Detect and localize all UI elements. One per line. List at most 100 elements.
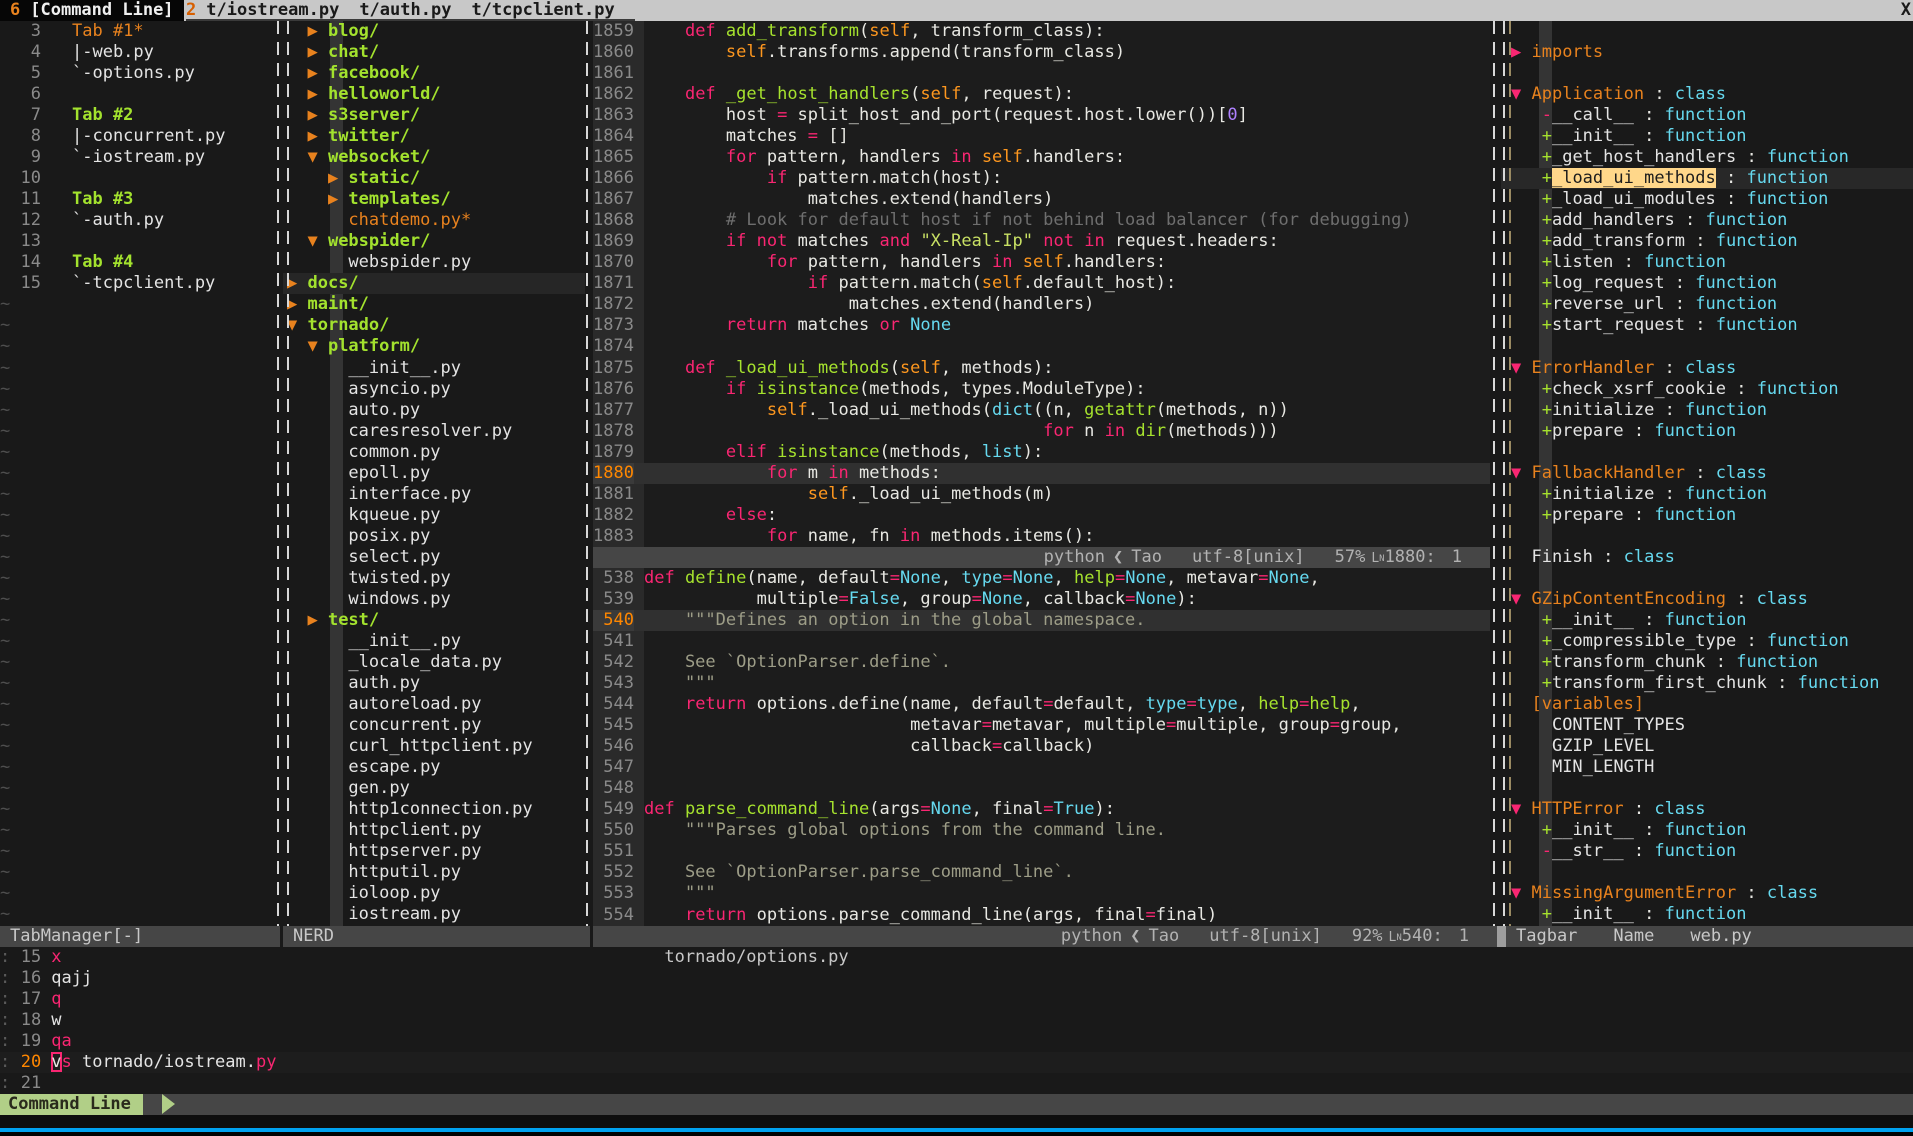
tree-item[interactable]: windows.py — [283, 589, 585, 610]
code-line[interactable]: 1861 — [593, 63, 1490, 84]
tabmanager-item[interactable]: 11Tab #3 — [0, 189, 273, 210]
tree-item[interactable]: kqueue.py — [283, 505, 585, 526]
tag-item[interactable]: Finish : class — [1501, 547, 1913, 568]
tag-item[interactable]: -__call__ : function — [1501, 105, 1913, 126]
tabmanager-item[interactable]: 13 — [0, 231, 273, 252]
tree-item[interactable]: ▼ platform/ — [283, 336, 585, 357]
tabmanager-item[interactable]: 6 — [0, 84, 273, 105]
tag-item[interactable]: ▼ MissingArgumentError : class — [1501, 883, 1913, 904]
tree-item[interactable]: interface.py — [283, 484, 585, 505]
tree-item[interactable]: ▶ maint/ — [283, 294, 585, 315]
tree-item[interactable]: ▶ templates/ — [283, 189, 585, 210]
tag-item[interactable]: +add_transform : function — [1501, 231, 1913, 252]
code-line[interactable]: 1867 matches.extend(handlers) — [593, 189, 1490, 210]
code-line[interactable]: 1860 self.transforms.append(transform_cl… — [593, 42, 1490, 63]
tree-item[interactable]: select.py — [283, 547, 585, 568]
tag-item[interactable]: GZIP_LEVEL — [1501, 736, 1913, 757]
tree-item[interactable]: twisted.py — [283, 568, 585, 589]
tree-item[interactable]: ioloop.py — [283, 883, 585, 904]
tree-item[interactable]: __init__.py — [283, 631, 585, 652]
tree-item[interactable]: curl_httpclient.py — [283, 736, 585, 757]
command-history-line[interactable]: :17q — [0, 989, 1913, 1010]
tree-item[interactable]: ▼ webspider/ — [283, 231, 585, 252]
code-line[interactable]: 1874 — [593, 336, 1490, 357]
code-line[interactable]: 1877 self._load_ui_methods(dict((n, geta… — [593, 400, 1490, 421]
tag-item[interactable]: +add_handlers : function — [1501, 210, 1913, 231]
tree-item[interactable]: ▶ docs/ — [283, 273, 585, 294]
tree-item[interactable]: epoll.py — [283, 463, 585, 484]
tag-item[interactable]: ▼ Application : class — [1501, 84, 1913, 105]
tree-item[interactable]: ▼ websocket/ — [283, 147, 585, 168]
tabmanager-item[interactable]: 4|-web.py — [0, 42, 273, 63]
tag-item[interactable] — [1501, 862, 1913, 883]
tag-item[interactable]: +__init__ : function — [1501, 610, 1913, 631]
tag-item[interactable]: ▼ GZipContentEncoding : class — [1501, 589, 1913, 610]
tree-item[interactable]: __init__.py — [283, 358, 585, 379]
tree-item[interactable]: httputil.py — [283, 862, 585, 883]
code-line[interactable]: 548 — [593, 778, 1490, 799]
tree-item[interactable]: concurrent.py — [283, 715, 585, 736]
tree-item[interactable]: gen.py — [283, 778, 585, 799]
tabmanager-item[interactable]: 7Tab #2 — [0, 105, 273, 126]
code-line[interactable]: 1883 for name, fn in methods.items(): — [593, 526, 1490, 547]
tree-item[interactable]: ▶ chat/ — [283, 42, 585, 63]
code-line[interactable]: 543 """ — [593, 673, 1490, 694]
tag-item[interactable] — [1501, 21, 1913, 42]
tree-item[interactable]: ▶ test/ — [283, 610, 585, 631]
code-line[interactable]: 549def parse_command_line(args=None, fin… — [593, 799, 1490, 820]
tag-item[interactable]: ▼ ErrorHandler : class — [1501, 358, 1913, 379]
code-line[interactable]: 547 — [593, 757, 1490, 778]
tree-item[interactable]: ▶ static/ — [283, 168, 585, 189]
tabmanager-item[interactable]: 12`-auth.py — [0, 210, 273, 231]
tab-auth[interactable]: t/auth.py — [359, 0, 451, 20]
code-line[interactable]: 1876 if isinstance(methods, types.Module… — [593, 379, 1490, 400]
command-history-line[interactable]: :18w — [0, 1010, 1913, 1031]
window-separator[interactable] — [1493, 21, 1495, 926]
tree-item[interactable]: http1connection.py — [283, 799, 585, 820]
tag-item[interactable]: +check_xsrf_cookie : function — [1501, 379, 1913, 400]
tree-item[interactable]: ▶ helloworld/ — [283, 84, 585, 105]
window-separator[interactable] — [287, 21, 289, 926]
tag-item[interactable]: +initialize : function — [1501, 484, 1913, 505]
tree-item[interactable]: asyncio.py — [283, 379, 585, 400]
code-line[interactable]: 1882 else: — [593, 505, 1490, 526]
tag-item[interactable]: +__init__ : function — [1501, 904, 1913, 925]
window-separator[interactable] — [586, 21, 588, 926]
tab-iostream[interactable]: t/iostream.py — [206, 0, 339, 20]
code-line[interactable]: 1881 self._load_ui_methods(m) — [593, 484, 1490, 505]
command-history-line[interactable]: :16qajj — [0, 968, 1913, 989]
tab-tcpclient[interactable]: t/tcpclient.py — [471, 0, 614, 20]
tabmanager-item[interactable]: 14Tab #4 — [0, 252, 273, 273]
tag-item[interactable]: -__str__ : function — [1501, 841, 1913, 862]
code-line[interactable]: 554 return options.parse_command_line(ar… — [593, 905, 1490, 926]
code-line[interactable]: 550 """Parses global options from the co… — [593, 820, 1490, 841]
command-history-line[interactable]: :19qa — [0, 1031, 1913, 1052]
tree-item[interactable]: ▶ blog/ — [283, 21, 585, 42]
code-line[interactable]: 546 callback=callback) — [593, 736, 1490, 757]
tag-item[interactable] — [1501, 568, 1913, 589]
code-line[interactable]: 538def define(name, default=None, type=N… — [593, 568, 1490, 589]
code-line[interactable]: 1864 matches = [] — [593, 126, 1490, 147]
tabmanager-item[interactable]: 8|-concurrent.py — [0, 126, 273, 147]
tag-item[interactable]: +transform_first_chunk : function — [1501, 673, 1913, 694]
tag-item[interactable] — [1501, 336, 1913, 357]
code-line[interactable]: 1879 elif isinstance(methods, list): — [593, 442, 1490, 463]
code-line[interactable]: 1875 def _load_ui_methods(self, methods)… — [593, 358, 1490, 379]
tabmanager-item[interactable]: 5`-options.py — [0, 63, 273, 84]
code-line[interactable]: 1859 def add_transform(self, transform_c… — [593, 21, 1490, 42]
tree-item[interactable]: autoreload.py — [283, 694, 585, 715]
tag-item[interactable]: +listen : function — [1501, 252, 1913, 273]
tree-item[interactable]: ▶ s3server/ — [283, 105, 585, 126]
tab-close-button[interactable]: X — [1901, 0, 1911, 21]
code-line[interactable]: 1862 def _get_host_handlers(self, reques… — [593, 84, 1490, 105]
tag-item[interactable] — [1501, 442, 1913, 463]
tree-item[interactable]: posix.py — [283, 526, 585, 547]
code-line[interactable]: 540 """Defines an option in the global n… — [593, 610, 1490, 631]
tag-item[interactable]: +start_request : function — [1501, 315, 1913, 336]
tree-item[interactable]: auth.py — [283, 673, 585, 694]
tree-item[interactable]: ▶ twitter/ — [283, 126, 585, 147]
code-line[interactable]: 1870 for pattern, handlers in self.handl… — [593, 252, 1490, 273]
tree-item[interactable]: ▶ facebook/ — [283, 63, 585, 84]
command-history-line[interactable]: :20vs tornado/iostream.py — [0, 1052, 1913, 1073]
code-line[interactable]: 1869 if not matches and "X-Real-Ip" not … — [593, 231, 1490, 252]
